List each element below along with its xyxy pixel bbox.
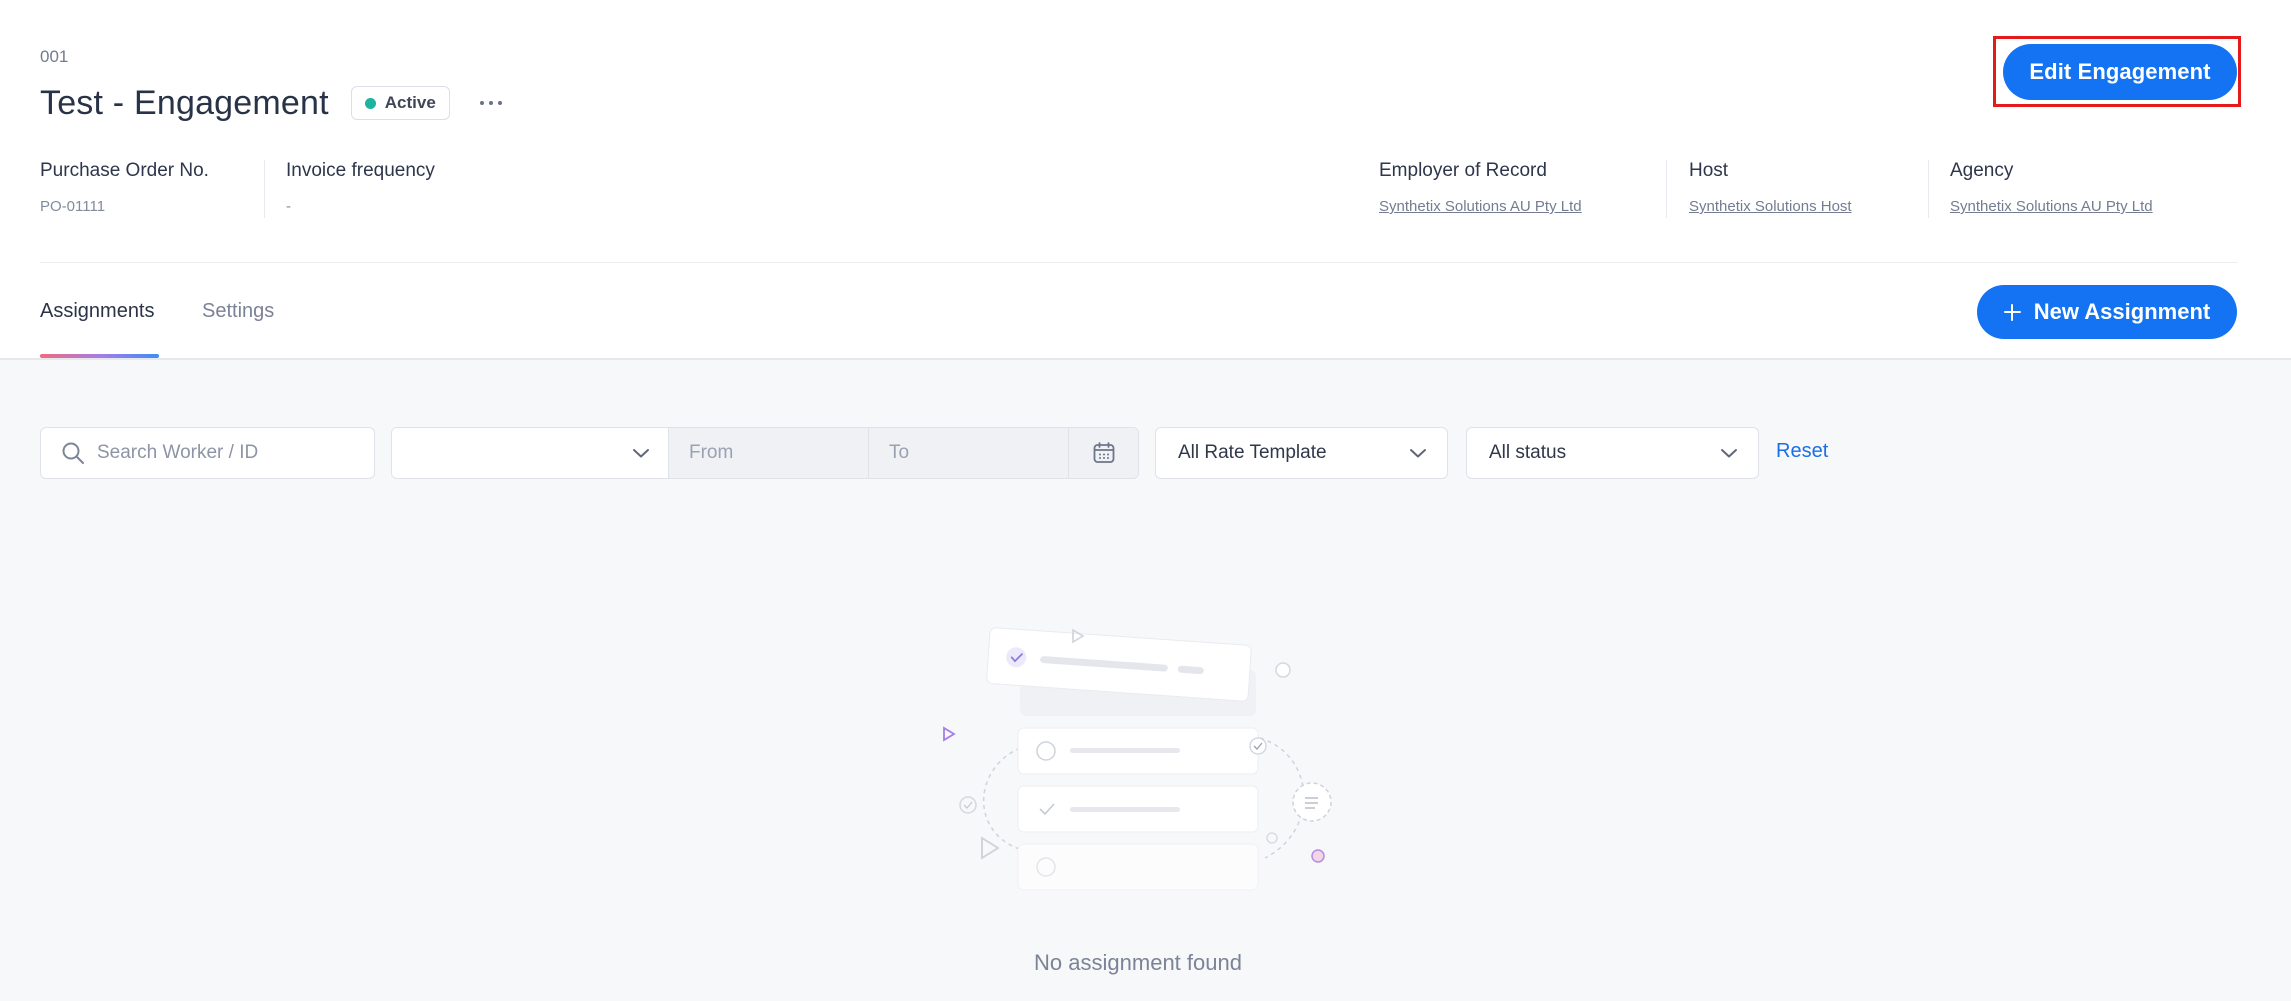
more-dot-icon <box>479 101 484 105</box>
more-dot-icon <box>488 101 493 105</box>
employer-of-record-link[interactable]: Synthetix Solutions AU Pty Ltd <box>1379 198 1582 215</box>
date-to-input[interactable]: To <box>868 428 1068 478</box>
empty-state-message: No assignment found <box>1034 950 1242 975</box>
agency-label: Agency <box>1950 160 2014 181</box>
host-label: Host <box>1689 160 1729 181</box>
date-type-select[interactable] <box>392 428 668 478</box>
status-dot-icon <box>364 97 376 109</box>
new-assignment-label: New Assignment <box>2033 299 2211 324</box>
date-range-filter: From To <box>391 427 1139 479</box>
search-input[interactable] <box>97 442 357 464</box>
date-from-input[interactable]: From <box>668 428 868 478</box>
edit-engagement-button[interactable]: Edit Engagement <box>2003 44 2237 100</box>
empty-state-illustration <box>943 627 1332 891</box>
chevron-down-icon <box>1410 449 1426 458</box>
status-select[interactable]: All status <box>1466 427 1759 479</box>
agency-link[interactable]: Synthetix Solutions AU Pty Ltd <box>1950 198 2153 215</box>
more-options-button[interactable] <box>476 88 506 118</box>
meta-divider <box>1666 160 1667 218</box>
engagement-code: 001 <box>40 47 69 66</box>
status-badge: Active <box>350 86 450 120</box>
new-assignment-button[interactable]: New Assignment <box>1977 285 2237 339</box>
tab-assignments[interactable]: Assignments <box>40 300 155 323</box>
employer-of-record-label: Employer of Record <box>1379 160 1547 181</box>
header-divider <box>40 262 2238 263</box>
calendar-icon <box>1093 442 1114 463</box>
agency-field: Agency Synthetix Solutions AU Pty Ltd <box>1950 160 2153 215</box>
rate-template-value: All Rate Template <box>1178 442 1327 463</box>
purchase-order-label: Purchase Order No. <box>40 160 209 181</box>
status-label: Active <box>384 93 436 112</box>
invoice-frequency-label: Invoice frequency <box>286 160 435 181</box>
reset-filters-link[interactable]: Reset <box>1776 440 1828 463</box>
chevron-down-icon <box>633 449 649 458</box>
meta-divider <box>264 160 265 218</box>
title-row: Test - Engagement Active <box>40 80 506 126</box>
page-title: Test - Engagement <box>40 83 329 122</box>
purchase-order-value: PO-01111 <box>40 198 106 215</box>
rate-template-select[interactable]: All Rate Template <box>1155 427 1448 479</box>
invoice-frequency-value: - <box>286 198 291 215</box>
invoice-frequency-field: Invoice frequency - <box>286 160 435 215</box>
host-link[interactable]: Synthetix Solutions Host <box>1689 198 1852 215</box>
engagement-header: 001 Test - Engagement Active Edit Engage… <box>0 0 2291 360</box>
tab-settings[interactable]: Settings <box>202 300 274 323</box>
host-field: Host Synthetix Solutions Host <box>1689 160 1852 215</box>
plus-icon <box>2003 303 2021 321</box>
employer-of-record-field: Employer of Record Synthetix Solutions A… <box>1379 160 1582 215</box>
search-icon <box>62 442 84 464</box>
purchase-order-field: Purchase Order No. PO-01111 <box>40 160 209 215</box>
status-value: All status <box>1489 442 1567 463</box>
calendar-button[interactable] <box>1068 428 1138 478</box>
more-dot-icon <box>497 101 502 105</box>
meta-divider <box>1928 160 1929 218</box>
search-box[interactable] <box>40 427 375 479</box>
chevron-down-icon <box>1721 449 1737 458</box>
active-tab-indicator <box>40 354 159 358</box>
